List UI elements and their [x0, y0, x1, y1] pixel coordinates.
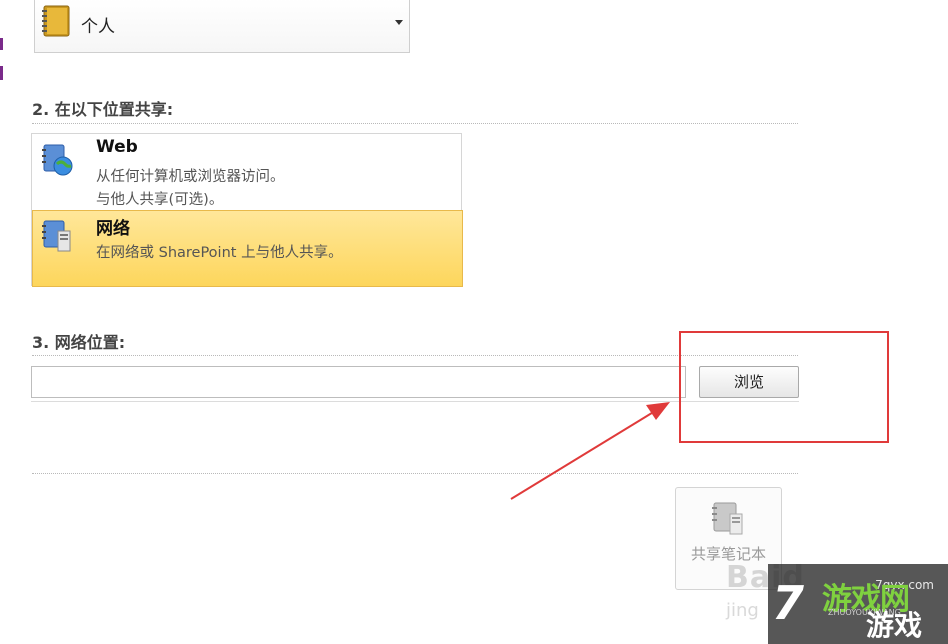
share-location-heading: 2. 在以下位置共享:: [32, 100, 174, 119]
network-path-input[interactable]: [31, 366, 686, 398]
divider: [32, 123, 798, 124]
share-notebook-icon: [712, 502, 743, 535]
network-location-heading: 3. 网络位置:: [32, 333, 126, 352]
notebook-name: 个人: [81, 17, 115, 37]
watermark-badge: 7 7qyx.com 游戏网 ZHUOYOUXIWANG 游戏: [768, 564, 948, 644]
divider: [32, 473, 798, 474]
notebook-dropdown[interactable]: 个人: [34, 0, 410, 53]
notebook-icon: [42, 5, 70, 37]
location-list: Web 从任何计算机或浏览器访问。 与他人共享(可选)。 网络 在网络或 Sha…: [31, 133, 463, 287]
location-desc-network: 在网络或 SharePoint 上与他人共享。: [96, 245, 343, 261]
network-server-icon: [42, 220, 71, 252]
location-item-network[interactable]: 网络 在网络或 SharePoint 上与他人共享。: [32, 210, 463, 287]
location-title-web: Web: [96, 137, 138, 157]
location-title-network: 网络: [96, 219, 130, 239]
nav-accent: [0, 38, 4, 80]
watermark-baidu-sub: jing: [726, 600, 759, 621]
annotation-highlight-box: [679, 331, 889, 443]
watermark-seven: 7: [772, 576, 805, 630]
web-globe-icon: [42, 144, 73, 176]
chevron-down-icon: [395, 20, 403, 25]
left-edge: [0, 0, 4, 644]
location-desc-web: 从任何计算机或浏览器访问。: [96, 169, 285, 185]
location-item-web[interactable]: Web 从任何计算机或浏览器访问。 与他人共享(可选)。: [33, 134, 462, 210]
location-desc-web-2: 与他人共享(可选)。: [96, 192, 224, 208]
watermark-logo-game: 游戏: [866, 609, 923, 642]
